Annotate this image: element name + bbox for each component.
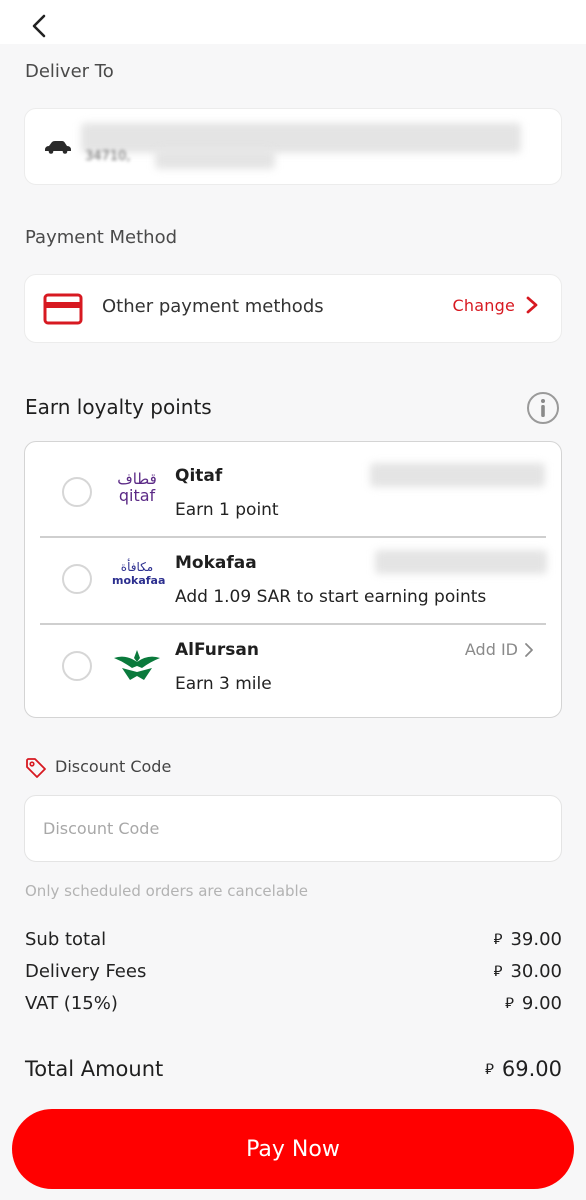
qitaf-logo: قطاف qitaf <box>117 470 157 505</box>
delivery-fees-label: Delivery Fees <box>25 961 147 982</box>
summary-row-total: Total Amount ⃁ 69.00 <box>25 1057 562 1081</box>
qitaf-radio[interactable] <box>62 477 92 507</box>
qitaf-desc: Earn 1 point <box>175 500 279 520</box>
riyal-icon: ⃁ <box>493 962 503 980</box>
riyal-icon: ⃁ <box>493 930 503 948</box>
credit-card-icon <box>43 293 83 325</box>
payment-method-card[interactable]: Other payment methods Change <box>24 274 562 343</box>
chevron-right-icon <box>526 296 538 314</box>
pay-now-button[interactable]: Pay Now <box>12 1109 574 1189</box>
mokafaa-id-blur <box>375 550 547 574</box>
address-card[interactable]: 34710, <box>24 108 562 185</box>
qitaf-name: Qitaf <box>175 466 223 486</box>
back-button[interactable] <box>28 12 52 40</box>
summary-row-delivery: Delivery Fees ⃁ 30.00 <box>25 961 562 982</box>
alfursan-radio[interactable] <box>62 651 92 681</box>
mokafaa-logo: مكافأة mokafaa <box>112 560 166 588</box>
qitaf-id-blur <box>370 463 545 487</box>
loyalty-title: Earn loyalty points <box>25 395 212 419</box>
loyalty-option-alfursan[interactable]: AlFursan Earn 3 mile Add ID <box>25 622 560 709</box>
checkout-page: Deliver To 34710, Payment Method Other p… <box>0 0 586 1200</box>
summary-row-subtotal: Sub total ⃁ 39.00 <box>25 929 562 950</box>
add-id-button[interactable]: Add ID <box>465 640 534 659</box>
loyalty-option-qitaf[interactable]: قطاف qitaf Qitaf Earn 1 point <box>25 448 560 535</box>
subtotal-label: Sub total <box>25 929 107 950</box>
address-blur <box>155 149 275 169</box>
vat-label: VAT (15%) <box>25 993 118 1014</box>
mokafaa-radio[interactable] <box>62 564 92 594</box>
payment-method-label: Payment Method <box>25 227 178 248</box>
change-payment-button[interactable]: Change <box>453 295 539 315</box>
alfursan-desc: Earn 3 mile <box>175 674 272 694</box>
deliver-to-label: Deliver To <box>25 61 114 82</box>
top-bar <box>0 0 586 44</box>
loyalty-programs: قطاف qitaf Qitaf Earn 1 point مكافأة mok… <box>24 441 562 718</box>
alfursan-emblem-icon <box>114 650 160 680</box>
subtotal-value: 39.00 <box>510 929 562 950</box>
riyal-icon: ⃁ <box>505 994 514 1012</box>
car-icon <box>45 141 71 154</box>
add-id-label: Add ID <box>464 640 518 659</box>
alfursan-name: AlFursan <box>175 640 259 660</box>
mokafaa-name: Mokafaa <box>175 553 257 573</box>
loyalty-option-mokafaa[interactable]: مكافأة mokafaa Mokafaa Add 1.09 SAR to s… <box>25 535 560 622</box>
total-amount-label: Total Amount <box>25 1057 164 1081</box>
payment-method-value: Other payment methods <box>102 296 324 317</box>
address-blur <box>81 123 521 153</box>
discount-code-label: Discount Code <box>55 757 172 776</box>
riyal-icon: ⃁ <box>484 1059 494 1078</box>
vat-value: 9.00 <box>521 993 562 1014</box>
chevron-right-icon <box>525 642 533 657</box>
tag-icon <box>26 758 46 778</box>
summary-row-vat: VAT (15%) ⃁ 9.00 <box>25 993 562 1014</box>
total-amount-value: 69.00 <box>501 1057 562 1081</box>
chevron-left-icon <box>32 14 46 38</box>
address-text: 34710, <box>85 149 131 164</box>
change-label: Change <box>452 295 515 315</box>
alfursan-logo <box>112 646 162 686</box>
delivery-fees-value: 30.00 <box>510 961 562 982</box>
discount-code-input[interactable] <box>24 795 562 862</box>
info-icon[interactable] <box>526 391 560 425</box>
mokafaa-desc: Add 1.09 SAR to start earning points <box>175 587 487 607</box>
cancel-policy-note: Only scheduled orders are cancelable <box>25 882 308 900</box>
